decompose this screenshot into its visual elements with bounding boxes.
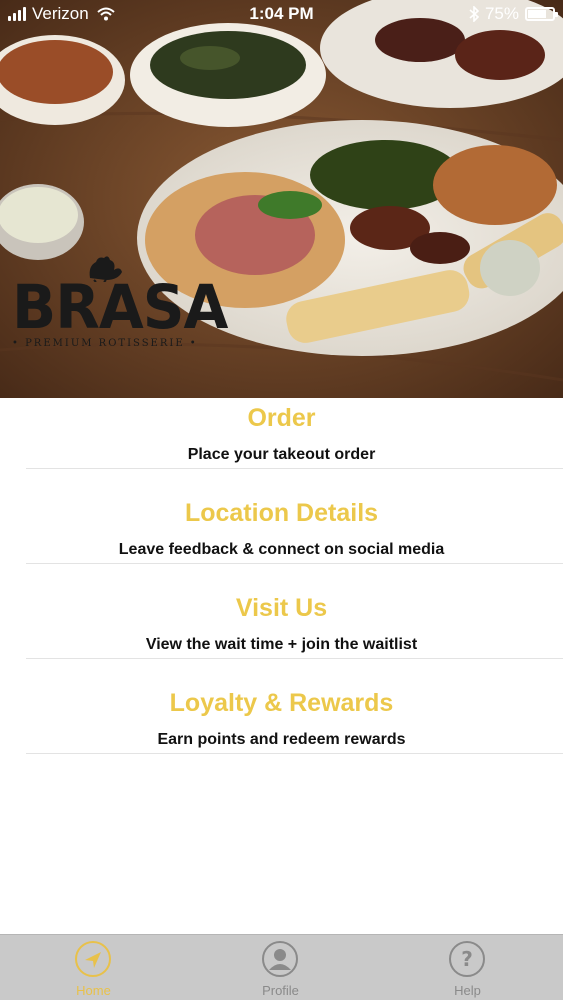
- menu-item-subtitle: Place your takeout order: [187, 446, 376, 463]
- question-mark-icon: ?: [449, 941, 485, 977]
- logo-wordmark: BRASA: [12, 271, 228, 343]
- tab-help[interactable]: ? Help: [374, 935, 561, 1001]
- person-icon: [262, 941, 298, 977]
- hero-image: BRASA • PREMIUM ROTISSERIE •: [0, 0, 563, 398]
- battery-percent: 75%: [484, 4, 519, 23]
- menu-item-visit-us[interactable]: Visit Us View the wait time + join the w…: [0, 588, 563, 658]
- menu-item-location-details[interactable]: Location Details Leave feedback & connec…: [0, 493, 563, 563]
- menu-item-subtitle: View the wait time + join the waitlist: [145, 636, 418, 653]
- tab-bar: Home Profile ? Help: [0, 934, 563, 1000]
- menu-item-title: Loyalty & Rewards: [169, 689, 394, 717]
- tab-label: Home: [76, 983, 111, 998]
- menu-item-order[interactable]: Order Place your takeout order: [0, 398, 563, 468]
- brasa-logo: BRASA • PREMIUM ROTISSERIE •: [12, 256, 228, 349]
- battery-icon: [525, 7, 558, 21]
- navigation-arrow-icon: [75, 941, 111, 977]
- tab-profile[interactable]: Profile: [187, 935, 374, 1001]
- menu-item-title: Location Details: [184, 499, 379, 527]
- tab-home[interactable]: Home: [0, 935, 187, 1001]
- divider: [26, 658, 563, 659]
- menu-item-title: Visit Us: [235, 594, 328, 622]
- bluetooth-icon: [469, 6, 479, 22]
- menu-item-loyalty-rewards[interactable]: Loyalty & Rewards Earn points and redeem…: [0, 683, 563, 753]
- divider: [26, 753, 563, 754]
- divider: [26, 563, 563, 564]
- menu-item-title: Order: [247, 404, 316, 432]
- tab-label: Profile: [262, 983, 299, 998]
- menu-item-subtitle: Earn points and redeem rewards: [157, 731, 406, 748]
- divider: [26, 468, 563, 469]
- tab-label: Help: [454, 983, 481, 998]
- svg-text:?: ?: [461, 947, 473, 971]
- menu-item-subtitle: Leave feedback & connect on social media: [118, 541, 445, 558]
- status-bar: Verizon 1:04 PM 75%: [0, 0, 563, 30]
